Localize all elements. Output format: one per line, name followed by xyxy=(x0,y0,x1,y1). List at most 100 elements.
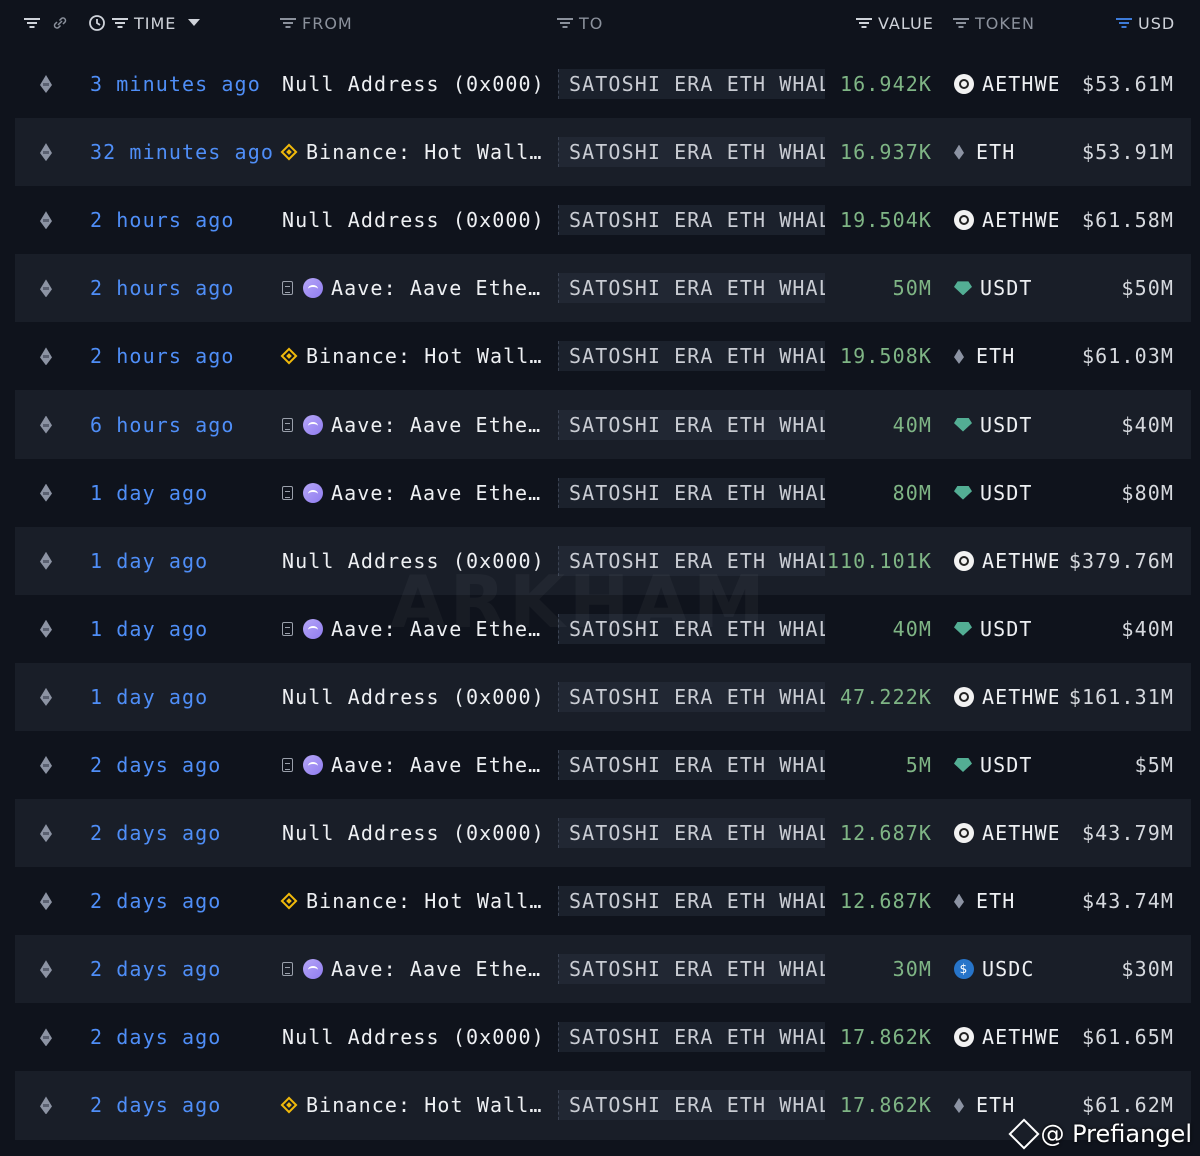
from-entity[interactable]: Null Address (0x000) xyxy=(282,821,545,845)
token-text[interactable]: AETHWETH xyxy=(982,821,1058,845)
from-text[interactable]: Binance: Hot Wall… xyxy=(306,889,543,913)
from-entity[interactable]: Null Address (0x000) xyxy=(282,549,545,573)
to-text[interactable]: SATOSHI ERA ETH WHALE xyxy=(569,72,825,96)
token-text[interactable]: USDT xyxy=(980,753,1033,777)
token-cell[interactable]: $ USDC xyxy=(954,957,1058,981)
from-entity[interactable]: Aave: Aave Ethe… xyxy=(282,276,541,300)
from-text[interactable]: Binance: Hot Wall… xyxy=(306,1093,543,1117)
token-column-header[interactable]: TOKEN xyxy=(953,12,1035,34)
from-entity[interactable]: Binance: Hot Wall… xyxy=(282,140,543,164)
to-text[interactable]: SATOSHI ERA ETH WHALE xyxy=(569,957,825,981)
filter-icon[interactable] xyxy=(1116,17,1132,29)
time-link[interactable]: 2 days ago xyxy=(90,889,221,913)
to-entity[interactable]: SATOSHI ERA ETH WHALE xyxy=(558,681,825,712)
table-row[interactable]: 2 hours ago Null Address (0x000) SATOSHI E… xyxy=(0,186,1200,254)
filter-icon[interactable] xyxy=(112,17,128,29)
from-text[interactable]: Aave: Aave Ethe… xyxy=(331,276,541,300)
table-row[interactable]: 32 minutes ago Binance: Hot Wall… SATOSHI … xyxy=(0,118,1200,187)
from-entity[interactable]: Aave: Aave Ethe… xyxy=(282,413,541,437)
to-entity[interactable]: SATOSHI ERA ETH WHALE xyxy=(558,886,825,917)
to-entity[interactable]: SATOSHI ERA ETH WHALE xyxy=(558,205,825,236)
token-cell[interactable]: ETH xyxy=(954,1093,1058,1117)
token-text[interactable]: USDC xyxy=(982,957,1035,981)
to-entity[interactable]: SATOSHI ERA ETH WHALE xyxy=(558,1090,825,1121)
time-link[interactable]: 1 day ago xyxy=(90,685,208,709)
table-row[interactable]: 6 hours ago Aave: Aave Ethe… SATOSHI ERA E… xyxy=(0,390,1200,459)
from-entity[interactable]: Null Address (0x000) xyxy=(282,685,545,709)
from-text[interactable]: Aave: Aave Ethe… xyxy=(331,481,541,505)
to-text[interactable]: SATOSHI ERA ETH WHALE xyxy=(569,685,825,709)
filter-icon[interactable] xyxy=(24,17,40,29)
from-entity[interactable]: Null Address (0x000) xyxy=(282,208,545,232)
from-entity[interactable]: Aave: Aave Ethe… xyxy=(282,481,541,505)
to-text[interactable]: SATOSHI ERA ETH WHALE xyxy=(569,1093,825,1117)
time-text[interactable]: 1 day ago xyxy=(90,481,208,505)
filter-link-control[interactable] xyxy=(24,12,68,34)
token-text[interactable]: AETHWETH xyxy=(982,72,1058,96)
time-link[interactable]: 1 day ago xyxy=(90,549,208,573)
table-row[interactable]: 1 day ago Null Address (0x000) SATOSHI ERA… xyxy=(0,662,1200,732)
token-cell[interactable]: ETH xyxy=(954,140,1058,164)
time-text[interactable]: 2 days ago xyxy=(90,753,221,777)
to-entity[interactable]: SATOSHI ERA ETH WHALE xyxy=(558,1022,825,1053)
to-entity[interactable]: SATOSHI ERA ETH WHALE xyxy=(558,137,825,168)
from-entity[interactable]: Null Address (0x000) xyxy=(282,1025,545,1049)
token-text[interactable]: AETHWETH xyxy=(982,685,1058,709)
token-text[interactable]: ETH xyxy=(976,344,1015,368)
token-text[interactable]: AETHWETH xyxy=(982,208,1058,232)
token-cell[interactable]: USDT xyxy=(954,276,1058,300)
token-text[interactable]: ETH xyxy=(976,889,1015,913)
token-cell[interactable]: AETHWETH xyxy=(954,72,1058,96)
from-entity[interactable]: Binance: Hot Wall… xyxy=(282,889,543,913)
time-link[interactable]: 2 hours ago xyxy=(90,208,235,232)
from-text[interactable]: Aave: Aave Ethe… xyxy=(331,753,541,777)
table-row[interactable]: 1 day ago Aave: Aave Ethe… SATOSHI ERA ETH… xyxy=(0,459,1200,527)
time-link[interactable]: 2 days ago xyxy=(90,957,221,981)
from-column-header[interactable]: FROM xyxy=(280,12,353,34)
from-entity[interactable]: Binance: Hot Wall… xyxy=(282,344,543,368)
from-text[interactable]: Binance: Hot Wall… xyxy=(306,344,543,368)
from-entity[interactable]: Null Address (0x000) xyxy=(282,72,545,96)
to-text[interactable]: SATOSHI ERA ETH WHALE xyxy=(569,140,825,164)
time-text[interactable]: 2 days ago xyxy=(90,889,221,913)
table-row[interactable]: 2 days ago Aave: Aave Ethe… SATOSHI ERA ET… xyxy=(0,935,1200,1004)
time-link[interactable]: 1 day ago xyxy=(90,617,208,641)
time-link[interactable]: 2 hours ago xyxy=(90,276,235,300)
to-text[interactable]: SATOSHI ERA ETH WHALE xyxy=(569,1025,825,1049)
time-text[interactable]: 1 day ago xyxy=(90,617,208,641)
token-text[interactable]: USDT xyxy=(980,276,1033,300)
to-text[interactable]: SATOSHI ERA ETH WHALE xyxy=(569,344,825,368)
from-entity[interactable]: Aave: Aave Ethe… xyxy=(282,957,541,981)
filter-icon[interactable] xyxy=(280,17,296,29)
from-text[interactable]: Null Address (0x000) xyxy=(282,685,545,709)
token-text[interactable]: ETH xyxy=(976,1093,1015,1117)
to-entity[interactable]: SATOSHI ERA ETH WHALE xyxy=(558,954,825,985)
link-icon[interactable] xyxy=(52,15,68,31)
to-text[interactable]: SATOSHI ERA ETH WHALE xyxy=(569,549,825,573)
filter-icon[interactable] xyxy=(953,17,969,29)
to-entity[interactable]: SATOSHI ERA ETH WHALE xyxy=(558,273,825,304)
sort-desc-icon[interactable] xyxy=(188,19,201,27)
time-link[interactable]: 2 days ago xyxy=(90,1093,221,1117)
time-text[interactable]: 6 hours ago xyxy=(90,413,235,437)
token-cell[interactable]: USDT xyxy=(954,413,1058,437)
table-row[interactable]: 1 day ago Null Address (0x000) SATOSHI ERA… xyxy=(0,526,1200,595)
to-entity[interactable]: SATOSHI ERA ETH WHALE xyxy=(558,613,825,644)
time-text[interactable]: 2 hours ago xyxy=(90,276,235,300)
time-text[interactable]: 2 hours ago xyxy=(90,208,235,232)
time-text[interactable]: 2 days ago xyxy=(90,821,221,845)
token-cell[interactable]: USDT xyxy=(954,481,1058,505)
from-entity[interactable]: Aave: Aave Ethe… xyxy=(282,617,541,641)
token-cell[interactable]: AETHWETH xyxy=(954,1025,1058,1049)
to-text[interactable]: SATOSHI ERA ETH WHALE xyxy=(569,276,825,300)
to-column-header[interactable]: TO xyxy=(557,12,603,34)
token-cell[interactable]: ETH xyxy=(954,889,1058,913)
token-text[interactable]: USDT xyxy=(980,413,1033,437)
to-entity[interactable]: SATOSHI ERA ETH WHALE xyxy=(558,818,825,849)
token-cell[interactable]: AETHWETH xyxy=(954,821,1058,845)
from-entity[interactable]: Aave: Aave Ethe… xyxy=(282,753,541,777)
token-cell[interactable]: USDT xyxy=(954,617,1058,641)
table-row[interactable]: 2 days ago Aave: Aave Ethe… SATOSHI ERA ET… xyxy=(0,731,1200,799)
to-entity[interactable]: SATOSHI ERA ETH WHALE xyxy=(558,409,825,440)
to-text[interactable]: SATOSHI ERA ETH WHALE xyxy=(569,481,825,505)
